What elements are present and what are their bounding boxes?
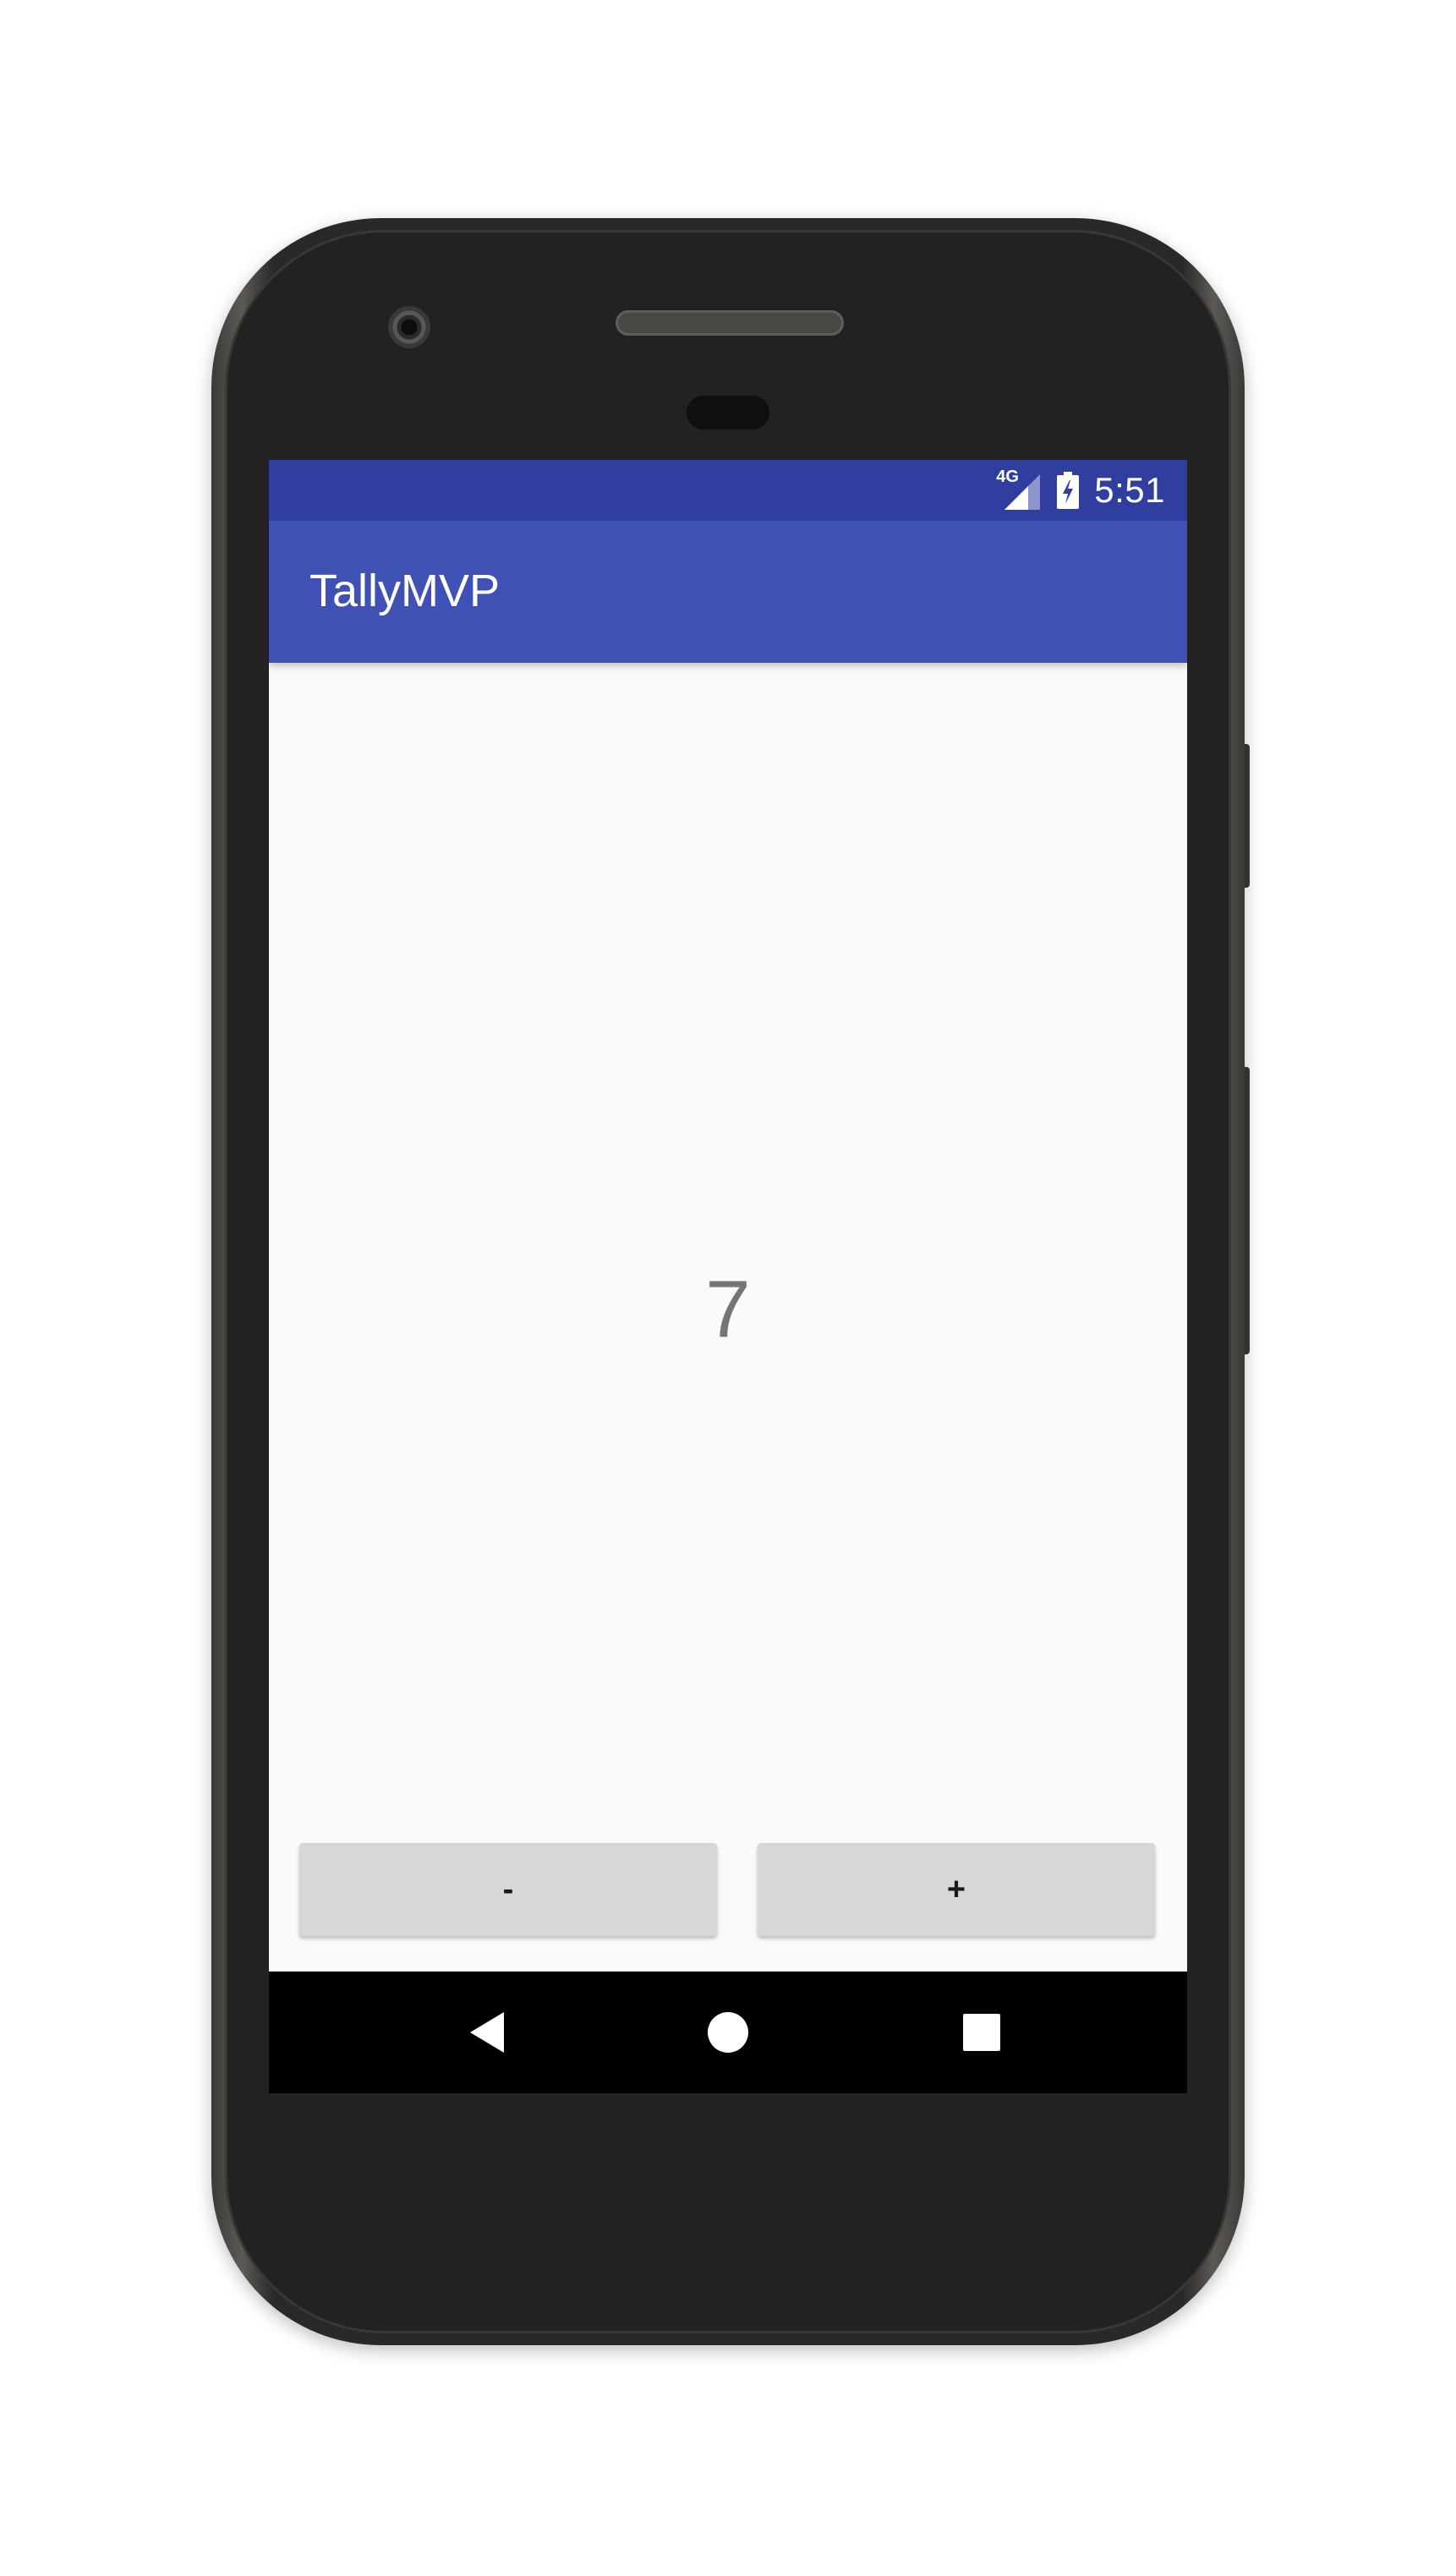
back-icon[interactable] [436,1972,538,2093]
navigation-bar [269,1972,1187,2093]
signal-icon: 4G [996,468,1042,511]
app-title: TallyMVP [309,566,501,616]
device-mockup: 4G 5:51 TallyMVP 7 - + [0,0,1456,2576]
network-type-label: 4G [996,468,1019,486]
status-clock: 5:51 [1094,470,1165,510]
screen: 4G 5:51 TallyMVP 7 - + [269,460,1187,2093]
status-bar: 4G 5:51 [269,460,1187,521]
earpiece-speaker [616,310,844,336]
recents-icon[interactable] [931,1972,1032,2093]
decrement-button[interactable]: - [299,1843,717,1936]
proximity-sensor [687,396,769,429]
home-icon[interactable] [677,1972,779,2093]
increment-button[interactable]: + [758,1843,1155,1936]
status-icons: 4G 5:51 [996,460,1165,521]
app-bar: TallyMVP [269,521,1187,663]
front-camera-icon [388,306,430,348]
battery-charging-icon [1057,472,1080,509]
tally-count: 7 [705,1264,751,1354]
